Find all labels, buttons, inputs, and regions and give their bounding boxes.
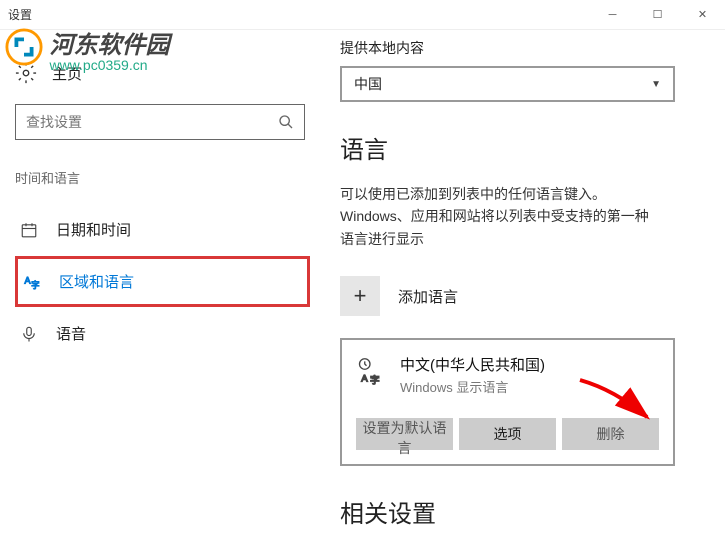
options-button[interactable]: 选项	[459, 418, 556, 450]
calendar-icon	[20, 221, 38, 239]
language-card[interactable]: A字 中文(中华人民共和国) Windows 显示语言 设置为默认语言 选项 删…	[340, 338, 675, 466]
search-box[interactable]	[15, 104, 305, 140]
related-settings-title: 相关设置	[340, 494, 700, 529]
nav-label: 区域和语言	[59, 271, 134, 292]
category-label: 时间和语言	[15, 168, 310, 187]
content-region-label: 提供本地内容	[340, 38, 700, 58]
gear-icon	[15, 62, 37, 84]
main-content: 提供本地内容 中国 ▼ 语言 可以使用已添加到列表中的任何语言键入。Window…	[310, 30, 725, 535]
sidebar: 主页 时间和语言 日期和时间 A字 区域和语言 语音	[0, 30, 310, 535]
microphone-icon	[20, 325, 38, 343]
search-icon	[278, 114, 294, 130]
nav-label: 语音	[56, 323, 86, 344]
country-dropdown[interactable]: 中国 ▼	[340, 66, 675, 102]
titlebar: 设置 ─ ☐ ✕	[0, 0, 725, 30]
svg-text:字: 字	[31, 280, 39, 290]
svg-text:字: 字	[370, 374, 380, 385]
close-button[interactable]: ✕	[680, 0, 725, 30]
home-link[interactable]: 主页	[15, 62, 310, 84]
svg-text:A: A	[25, 275, 31, 285]
language-section-title: 语言	[340, 130, 700, 165]
svg-text:A: A	[361, 374, 368, 385]
set-default-button[interactable]: 设置为默认语言	[356, 418, 453, 450]
nav-item-datetime[interactable]: 日期和时间	[15, 207, 310, 252]
nav-label: 日期和时间	[56, 219, 131, 240]
delete-button[interactable]: 删除	[562, 418, 659, 450]
nav-item-region-language[interactable]: A字 区域和语言	[15, 256, 310, 307]
dropdown-value: 中国	[354, 74, 651, 94]
nav-item-speech[interactable]: 语音	[15, 311, 310, 356]
home-label: 主页	[52, 63, 82, 84]
maximize-button[interactable]: ☐	[635, 0, 680, 30]
language-subtitle: Windows 显示语言	[400, 377, 545, 396]
add-language-button[interactable]: + 添加语言	[340, 270, 700, 322]
plus-icon: +	[340, 276, 380, 316]
language-name: 中文(中华人民共和国)	[400, 354, 545, 375]
language-icon: A字	[23, 273, 41, 291]
minimize-button[interactable]: ─	[590, 0, 635, 30]
language-clock-icon: A字	[356, 357, 384, 385]
search-input[interactable]	[26, 114, 278, 130]
language-section-desc: 可以使用已添加到列表中的任何语言键入。Windows、应用和网站将以列表中受支持…	[340, 183, 660, 250]
chevron-down-icon: ▼	[651, 79, 661, 90]
add-language-label: 添加语言	[398, 286, 458, 307]
window-title: 设置	[8, 6, 32, 23]
window-controls: ─ ☐ ✕	[590, 0, 725, 30]
